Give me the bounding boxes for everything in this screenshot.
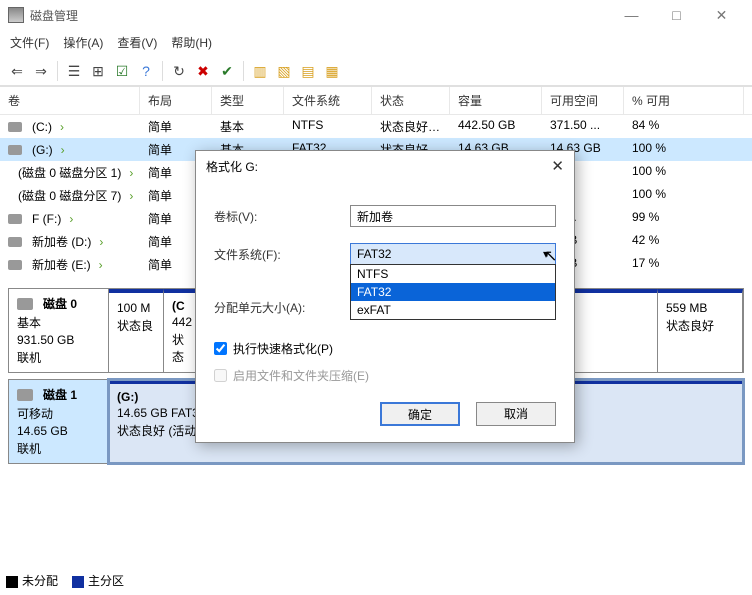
format-dialog: 格式化 G: ✕ 卷标(V): 文件系统(F): FAT32 ▾ NTFS FA…: [195, 150, 575, 443]
help-icon[interactable]: ?: [135, 60, 157, 82]
checkbox-quick-format[interactable]: 执行快速格式化(P): [214, 340, 556, 357]
legend-unallocated: 未分配: [6, 572, 58, 589]
cancel-button[interactable]: 取消: [476, 402, 556, 426]
forward-icon[interactable]: ⇒: [30, 60, 52, 82]
minimize-button[interactable]: —: [609, 0, 654, 30]
tool-icon-2[interactable]: ▧: [273, 60, 295, 82]
window-controls: — □ ✕: [609, 0, 744, 30]
col-free[interactable]: 可用空间: [542, 87, 624, 114]
disk-label-0[interactable]: 磁盘 0 基本 931.50 GB 联机: [9, 289, 109, 372]
tool-icon-4[interactable]: ▦: [321, 60, 343, 82]
col-percent[interactable]: % 可用: [624, 87, 744, 114]
col-volume[interactable]: 卷: [0, 87, 140, 114]
options-icon[interactable]: ☑: [111, 60, 133, 82]
partition[interactable]: 559 MB状态良好: [658, 289, 743, 372]
disk-icon: [17, 298, 33, 310]
legend-primary: 主分区: [72, 572, 124, 589]
disk-size: 14.65 GB: [17, 424, 100, 438]
disk-icon: [17, 389, 33, 401]
tool-icon-1[interactable]: ▥: [249, 60, 271, 82]
menu-view[interactable]: 查看(V): [117, 34, 157, 51]
compression-label: 启用文件和文件夹压缩(E): [233, 367, 369, 384]
menu-help[interactable]: 帮助(H): [171, 34, 212, 51]
menubar: 文件(F) 操作(A) 查看(V) 帮助(H): [0, 30, 752, 57]
disk-type: 基本: [17, 314, 100, 331]
label-volume-label: 卷标(V):: [214, 208, 342, 225]
volume-label-input[interactable]: [350, 205, 556, 227]
volume-icon: [8, 214, 22, 224]
disk-type: 可移动: [17, 405, 100, 422]
field-volume-label: 卷标(V):: [214, 205, 556, 227]
field-filesystem: 文件系统(F): FAT32 ▾ NTFS FAT32 exFAT: [214, 243, 556, 265]
partition[interactable]: 100 M状态良: [109, 289, 164, 372]
volume-icon: [8, 122, 22, 132]
filesystem-option-fat32[interactable]: FAT32: [351, 283, 555, 301]
col-fs[interactable]: 文件系统: [284, 87, 372, 114]
filesystem-combo[interactable]: FAT32 ▾ NTFS FAT32 exFAT: [350, 243, 556, 265]
dialog-buttons: 确定 取消: [214, 402, 556, 426]
menu-file[interactable]: 文件(F): [10, 34, 49, 51]
toolbar: ⇐ ⇒ ☰ ⊞ ☑ ? ↻ ✖ ✔ ▥ ▧ ▤ ▦: [0, 57, 752, 86]
confirm-icon[interactable]: ✔: [216, 60, 238, 82]
disk-name: 磁盘 0: [43, 295, 77, 312]
volume-icon: [8, 237, 22, 247]
filesystem-selected: FAT32: [357, 247, 391, 261]
properties-icon[interactable]: ⊞: [87, 60, 109, 82]
disk-name: 磁盘 1: [43, 386, 77, 403]
filesystem-combo-display[interactable]: FAT32 ▾: [350, 243, 556, 265]
list-view-icon[interactable]: ☰: [63, 60, 85, 82]
volume-icon: [8, 260, 22, 270]
col-status[interactable]: 状态: [372, 87, 450, 114]
disk-state: 联机: [17, 349, 100, 366]
col-layout[interactable]: 布局: [140, 87, 212, 114]
chevron-down-icon: ▾: [543, 247, 549, 261]
legend: 未分配 主分区: [6, 572, 124, 589]
separator: [57, 61, 58, 81]
disk-size: 931.50 GB: [17, 333, 100, 347]
separator: [243, 61, 244, 81]
window-title: 磁盘管理: [30, 7, 609, 24]
checkbox-compression: 启用文件和文件夹压缩(E): [214, 367, 556, 384]
maximize-button[interactable]: □: [654, 0, 699, 30]
col-type[interactable]: 类型: [212, 87, 284, 114]
dialog-body: 卷标(V): 文件系统(F): FAT32 ▾ NTFS FAT32 exFAT…: [196, 181, 574, 442]
quick-format-checkbox[interactable]: [214, 342, 227, 355]
table-row[interactable]: (C:)›简单基本NTFS状态良好 (...442.50 GB371.50 ..…: [0, 115, 752, 138]
delete-icon[interactable]: ✖: [192, 60, 214, 82]
col-capacity[interactable]: 容量: [450, 87, 542, 114]
menu-action[interactable]: 操作(A): [63, 34, 103, 51]
dialog-title: 格式化 G:: [206, 158, 258, 175]
back-icon[interactable]: ⇐: [6, 60, 28, 82]
disk-label-1[interactable]: 磁盘 1 可移动 14.65 GB 联机: [9, 380, 109, 463]
app-icon: [8, 7, 24, 23]
filesystem-option-ntfs[interactable]: NTFS: [351, 265, 555, 283]
filesystem-dropdown-list: NTFS FAT32 exFAT: [350, 264, 556, 320]
volume-icon: [8, 145, 22, 155]
dialog-close-icon[interactable]: ✕: [551, 157, 564, 175]
ok-button[interactable]: 确定: [380, 402, 460, 426]
close-button[interactable]: ✕: [699, 0, 744, 30]
separator: [162, 61, 163, 81]
disk-state: 联机: [17, 440, 100, 457]
label-filesystem: 文件系统(F):: [214, 246, 342, 263]
table-header: 卷 布局 类型 文件系统 状态 容量 可用空间 % 可用: [0, 87, 752, 115]
tool-icon-3[interactable]: ▤: [297, 60, 319, 82]
label-allocation: 分配单元大小(A):: [214, 299, 342, 316]
titlebar: 磁盘管理 — □ ✕: [0, 0, 752, 30]
compression-checkbox: [214, 369, 227, 382]
refresh-icon[interactable]: ↻: [168, 60, 190, 82]
quick-format-label: 执行快速格式化(P): [233, 340, 333, 357]
filesystem-option-exfat[interactable]: exFAT: [351, 301, 555, 319]
dialog-titlebar[interactable]: 格式化 G: ✕: [196, 151, 574, 181]
